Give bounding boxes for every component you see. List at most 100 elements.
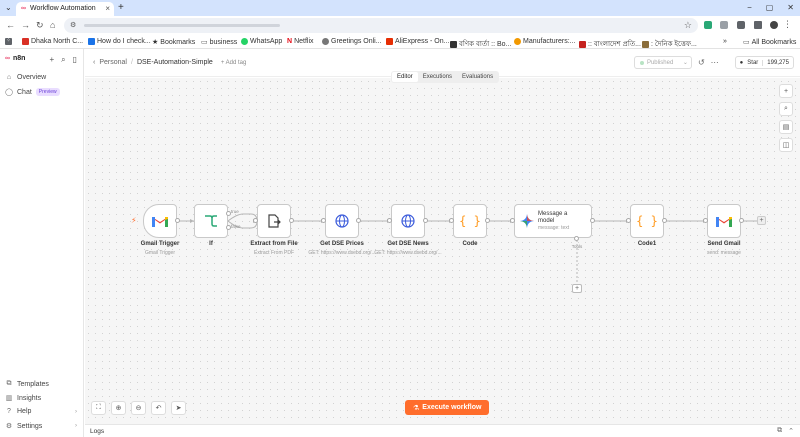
zoom-out-icon[interactable]: ⊖ (131, 401, 146, 415)
input-port[interactable] (510, 218, 515, 223)
add-tag-button[interactable]: + Add tag (221, 60, 247, 66)
extension-icon[interactable] (720, 21, 728, 29)
input-port[interactable] (626, 218, 631, 223)
collapse-sidebar-icon[interactable]: ▯ (73, 55, 77, 65)
node-subtitle: GET: https://www.dsebd.org/... (308, 250, 376, 256)
fit-view-icon[interactable]: ⛶ (91, 401, 106, 415)
bookmark-item[interactable]: Greetings Onli... (322, 38, 382, 45)
output-port[interactable] (590, 218, 595, 223)
node-message-a-model[interactable]: Message a model message: text (514, 204, 592, 238)
node-gmail-trigger[interactable] (143, 204, 177, 238)
bookmark-star-icon[interactable]: ☆ (684, 20, 692, 31)
history-icon[interactable]: ↺ (698, 58, 705, 67)
bookmark-item[interactable]: Manufacturers:... (514, 38, 576, 45)
output-port[interactable] (175, 218, 180, 223)
browser-menu-icon[interactable]: ⋮ (783, 19, 792, 30)
bookmark-folder[interactable]: ▭ business (201, 38, 237, 47)
node-send-gmail[interactable] (707, 204, 741, 238)
input-port[interactable] (321, 218, 326, 223)
extensions-puzzle-icon[interactable] (737, 21, 745, 29)
input-port[interactable] (387, 218, 392, 223)
tab-executions[interactable]: Executions (418, 72, 457, 82)
back-icon[interactable]: ← (6, 20, 15, 30)
cursor-icon[interactable]: ➤ (171, 401, 186, 415)
tab-search-icon[interactable]: ⌄ (5, 3, 15, 13)
output-port[interactable] (485, 218, 490, 223)
sidebar-item-chat[interactable]: ◯ Chat Preview (5, 88, 60, 96)
maximize-icon[interactable]: ▢ (766, 3, 774, 12)
apps-icon[interactable]: ⁘ (5, 38, 12, 45)
search-icon[interactable]: ⌕ (61, 55, 65, 65)
forward-icon[interactable]: → (21, 20, 30, 30)
output-port[interactable] (423, 218, 428, 223)
add-node-icon[interactable]: + (779, 84, 793, 98)
profile-avatar[interactable] (770, 21, 778, 29)
output-port[interactable] (289, 218, 294, 223)
bookmarks-overflow-icon[interactable]: » (723, 38, 727, 45)
bookmark-item[interactable]: Dhaka North C... (22, 38, 83, 45)
extension-icon[interactable] (704, 21, 712, 29)
output-port[interactable] (356, 218, 361, 223)
close-window-icon[interactable]: ✕ (787, 3, 794, 12)
workflow-canvas[interactable]: ⚡ Gmail Trigger Gmail Trigger true false… (85, 78, 800, 424)
add-tool-button[interactable]: + (572, 284, 582, 293)
node-get-dse-prices[interactable] (325, 204, 359, 238)
home-icon[interactable]: ⌂ (50, 20, 55, 30)
sidepanel-icon[interactable] (754, 21, 762, 29)
published-toggle[interactable]: Published ⌄ (633, 56, 692, 69)
sidebar-item-overview[interactable]: ⌂ Overview (5, 74, 46, 81)
sidebar-item-insights[interactable]: ▥ Insights (5, 394, 41, 403)
logo[interactable]: ∞ n8n (5, 55, 25, 62)
sidebar-item-help[interactable]: ? Help (5, 408, 31, 415)
input-port[interactable] (449, 218, 454, 223)
input-port[interactable] (703, 218, 708, 223)
undo-icon[interactable]: ↶ (151, 401, 166, 415)
bookmark-item[interactable]: N Netflix (287, 38, 314, 45)
logs-panel-bar[interactable]: Logs ⧉ ⌃ (85, 424, 800, 437)
bookmark-item[interactable]: ★ Bookmarks (152, 38, 195, 47)
execute-workflow-button[interactable]: ⚗ Execute workflow (405, 400, 490, 415)
gemini-sparkle-icon (520, 214, 534, 228)
sidebar-item-templates[interactable]: ⧉ Templates (5, 380, 49, 388)
output-port[interactable] (739, 218, 744, 223)
reload-icon[interactable]: ↻ (36, 20, 44, 31)
bookmark-item[interactable]: How do I check... (88, 38, 151, 45)
add-node-button[interactable]: + (757, 216, 766, 225)
globe-icon (401, 214, 415, 228)
node-code1[interactable]: { } (630, 204, 664, 238)
tab-evaluations[interactable]: Evaluations (457, 72, 498, 82)
popout-icon[interactable]: ⧉ (777, 427, 782, 435)
breadcrumb-back-icon[interactable]: ‹ (93, 59, 95, 66)
node-extract-from-file[interactable] (257, 204, 291, 238)
more-options-icon[interactable]: ⋯ (711, 58, 719, 67)
new-tab-icon[interactable]: + (118, 2, 124, 13)
folder-icon: ▭ (743, 39, 750, 46)
site-info-icon[interactable]: ⚙ (70, 21, 76, 29)
minimize-icon[interactable]: − (747, 3, 752, 12)
zoom-in-icon[interactable]: ⊕ (111, 401, 126, 415)
input-port[interactable] (253, 218, 258, 223)
sidebar-item-settings[interactable]: ⚙ Settings (5, 422, 42, 431)
chevron-up-icon[interactable]: ⌃ (788, 427, 794, 435)
canvas-right-toolbar: + ⌕ ▤ ◫ (779, 84, 793, 152)
browser-tab[interactable]: ∞ Workflow Automation × (16, 2, 114, 16)
output-port[interactable] (662, 218, 667, 223)
workflow-name[interactable]: DSE-Automation-Simple (137, 59, 213, 66)
netflix-icon: N (287, 38, 293, 45)
github-star-button[interactable]: ● Star 199,275 (734, 56, 794, 69)
breadcrumb-project[interactable]: Personal (99, 59, 127, 66)
panel-icon[interactable]: ◫ (779, 138, 793, 152)
add-icon[interactable]: + (49, 55, 54, 65)
address-bar[interactable]: ⚙ ☆ (64, 18, 698, 33)
node-get-dse-news[interactable] (391, 204, 425, 238)
node-if[interactable] (194, 204, 228, 238)
tab-close-icon[interactable]: × (105, 4, 110, 13)
sticky-note-icon[interactable]: ▤ (779, 120, 793, 134)
node-code[interactable]: { } (453, 204, 487, 238)
search-icon[interactable]: ⌕ (779, 102, 793, 116)
all-bookmarks-button[interactable]: ▭ All Bookmarks (743, 38, 796, 47)
tab-editor[interactable]: Editor (392, 72, 418, 82)
bookmark-item[interactable]: WhatsApp (241, 38, 282, 45)
bookmark-item[interactable]: AliExpress - On... (386, 38, 449, 45)
gmail-icon (716, 217, 732, 227)
